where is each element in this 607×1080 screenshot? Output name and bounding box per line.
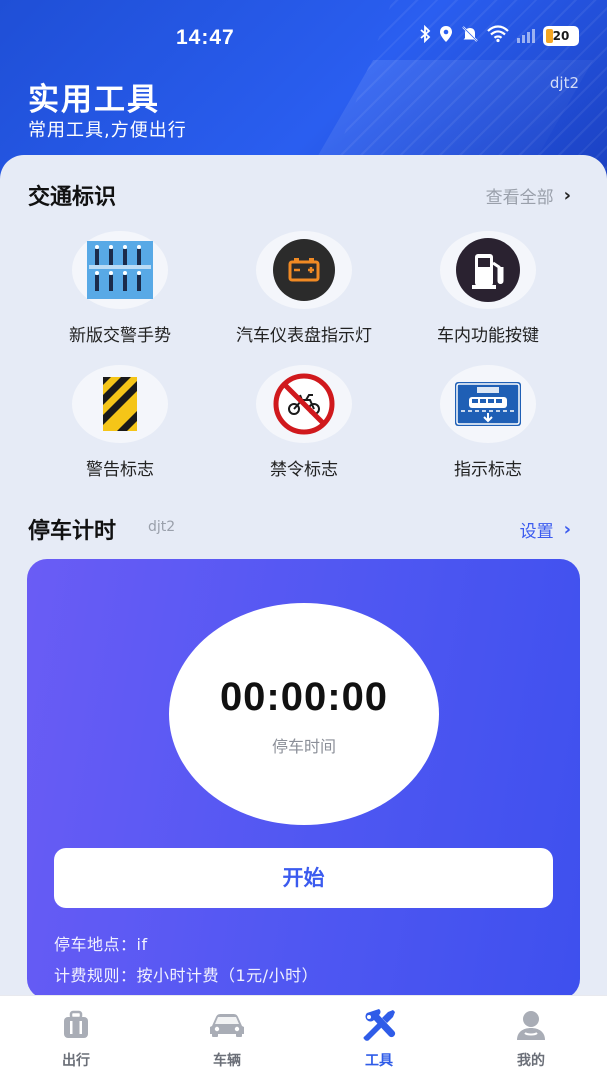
nav-item-vehicle[interactable]: 车辆 — [167, 1008, 287, 1070]
bottom-nav: 出行 车辆 工具 我的 — [0, 995, 607, 1080]
wifi-icon — [487, 25, 509, 47]
battery-indicator: 20 — [543, 26, 579, 46]
start-button[interactable]: 开始 — [54, 848, 553, 908]
bluetooth-icon — [419, 24, 431, 47]
sign-label: 禁令标志 — [270, 460, 338, 480]
warning-stripe-sign-icon — [72, 365, 168, 443]
battery-warning-light-icon — [256, 231, 352, 309]
page-subtitle: 常用工具,方便出行 — [28, 120, 187, 141]
sign-item-warning[interactable]: 警告标志 — [28, 365, 212, 480]
parking-timer-card: 00:00:00 停车时间 开始 停车地点：if 计费规则：按小时计费（1元/小… — [27, 559, 580, 999]
status-icons: 20 — [419, 24, 579, 47]
parking-timer-user: djt2 — [148, 519, 176, 535]
sign-label: 指示标志 — [454, 460, 522, 480]
chevron-right-icon: › — [563, 185, 571, 206]
sign-item-dashboard-lights[interactable]: 汽车仪表盘指示灯 — [212, 231, 396, 346]
parking-timer-title: 停车计时 — [28, 519, 117, 544]
tools-icon — [319, 1008, 439, 1042]
chevron-right-icon: › — [563, 519, 571, 540]
nav-label: 我的 — [517, 1053, 545, 1069]
no-motorbike-sign-icon — [256, 365, 352, 443]
battery-level: 20 — [552, 29, 570, 43]
nav-label: 车辆 — [213, 1053, 241, 1069]
sign-item-car-buttons[interactable]: 车内功能按键 — [396, 231, 580, 346]
sign-item-police-gesture[interactable]: 新版交警手势 — [28, 231, 212, 346]
cell-signal-icon — [517, 29, 535, 43]
sign-label: 车内功能按键 — [437, 326, 539, 346]
nav-item-profile[interactable]: 我的 — [471, 1008, 591, 1070]
nav-item-travel[interactable]: 出行 — [16, 1008, 136, 1070]
header-user-tag: djt2 — [549, 74, 579, 92]
sign-item-indication[interactable]: 指示标志 — [396, 365, 580, 480]
nav-item-tools[interactable]: 工具 — [319, 1008, 439, 1070]
nav-label: 工具 — [365, 1053, 393, 1069]
view-all-link[interactable]: 查看全部 › — [486, 183, 571, 208]
settings-label: 设置 — [519, 522, 554, 542]
timer-display: 00:00:00 停车时间 — [169, 603, 439, 825]
traffic-signs-title: 交通标识 — [28, 185, 117, 210]
location-icon — [439, 25, 453, 47]
sign-label: 汽车仪表盘指示灯 — [236, 326, 372, 346]
fuel-pump-icon — [440, 231, 536, 309]
luggage-icon — [16, 1008, 136, 1042]
view-all-label: 查看全部 — [485, 188, 554, 208]
nav-label: 出行 — [62, 1053, 90, 1069]
parking-timer-header: 停车计时 djt2 设置 › — [28, 513, 579, 544]
timer-label: 停车时间 — [271, 737, 336, 756]
sign-label: 新版交警手势 — [69, 326, 171, 346]
content-panel: 交通标识 查看全部 › 新版交警手势 汽车仪表盘指示灯 车内功能按键 警告标志 … — [0, 155, 607, 999]
timer-value: 00:00:00 — [219, 675, 389, 719]
user-icon — [471, 1008, 591, 1042]
traffic-police-gesture-icon — [72, 231, 168, 309]
billing-rule: 计费规则：按小时计费（1元/小时） — [54, 966, 319, 985]
status-bar: 14:47 20 — [0, 22, 607, 52]
sign-label: 警告标志 — [86, 460, 154, 480]
parking-location: 停车地点：if — [54, 935, 148, 954]
page-title: 实用工具 — [28, 82, 160, 118]
status-time: 14:47 — [176, 26, 235, 49]
sign-item-prohibition[interactable]: 禁令标志 — [212, 365, 396, 480]
settings-link[interactable]: 设置 › — [520, 517, 571, 542]
bus-lane-sign-icon — [440, 365, 536, 443]
mute-bell-icon — [461, 25, 479, 47]
car-icon — [167, 1008, 287, 1042]
traffic-signs-header: 交通标识 查看全部 › — [28, 179, 579, 210]
